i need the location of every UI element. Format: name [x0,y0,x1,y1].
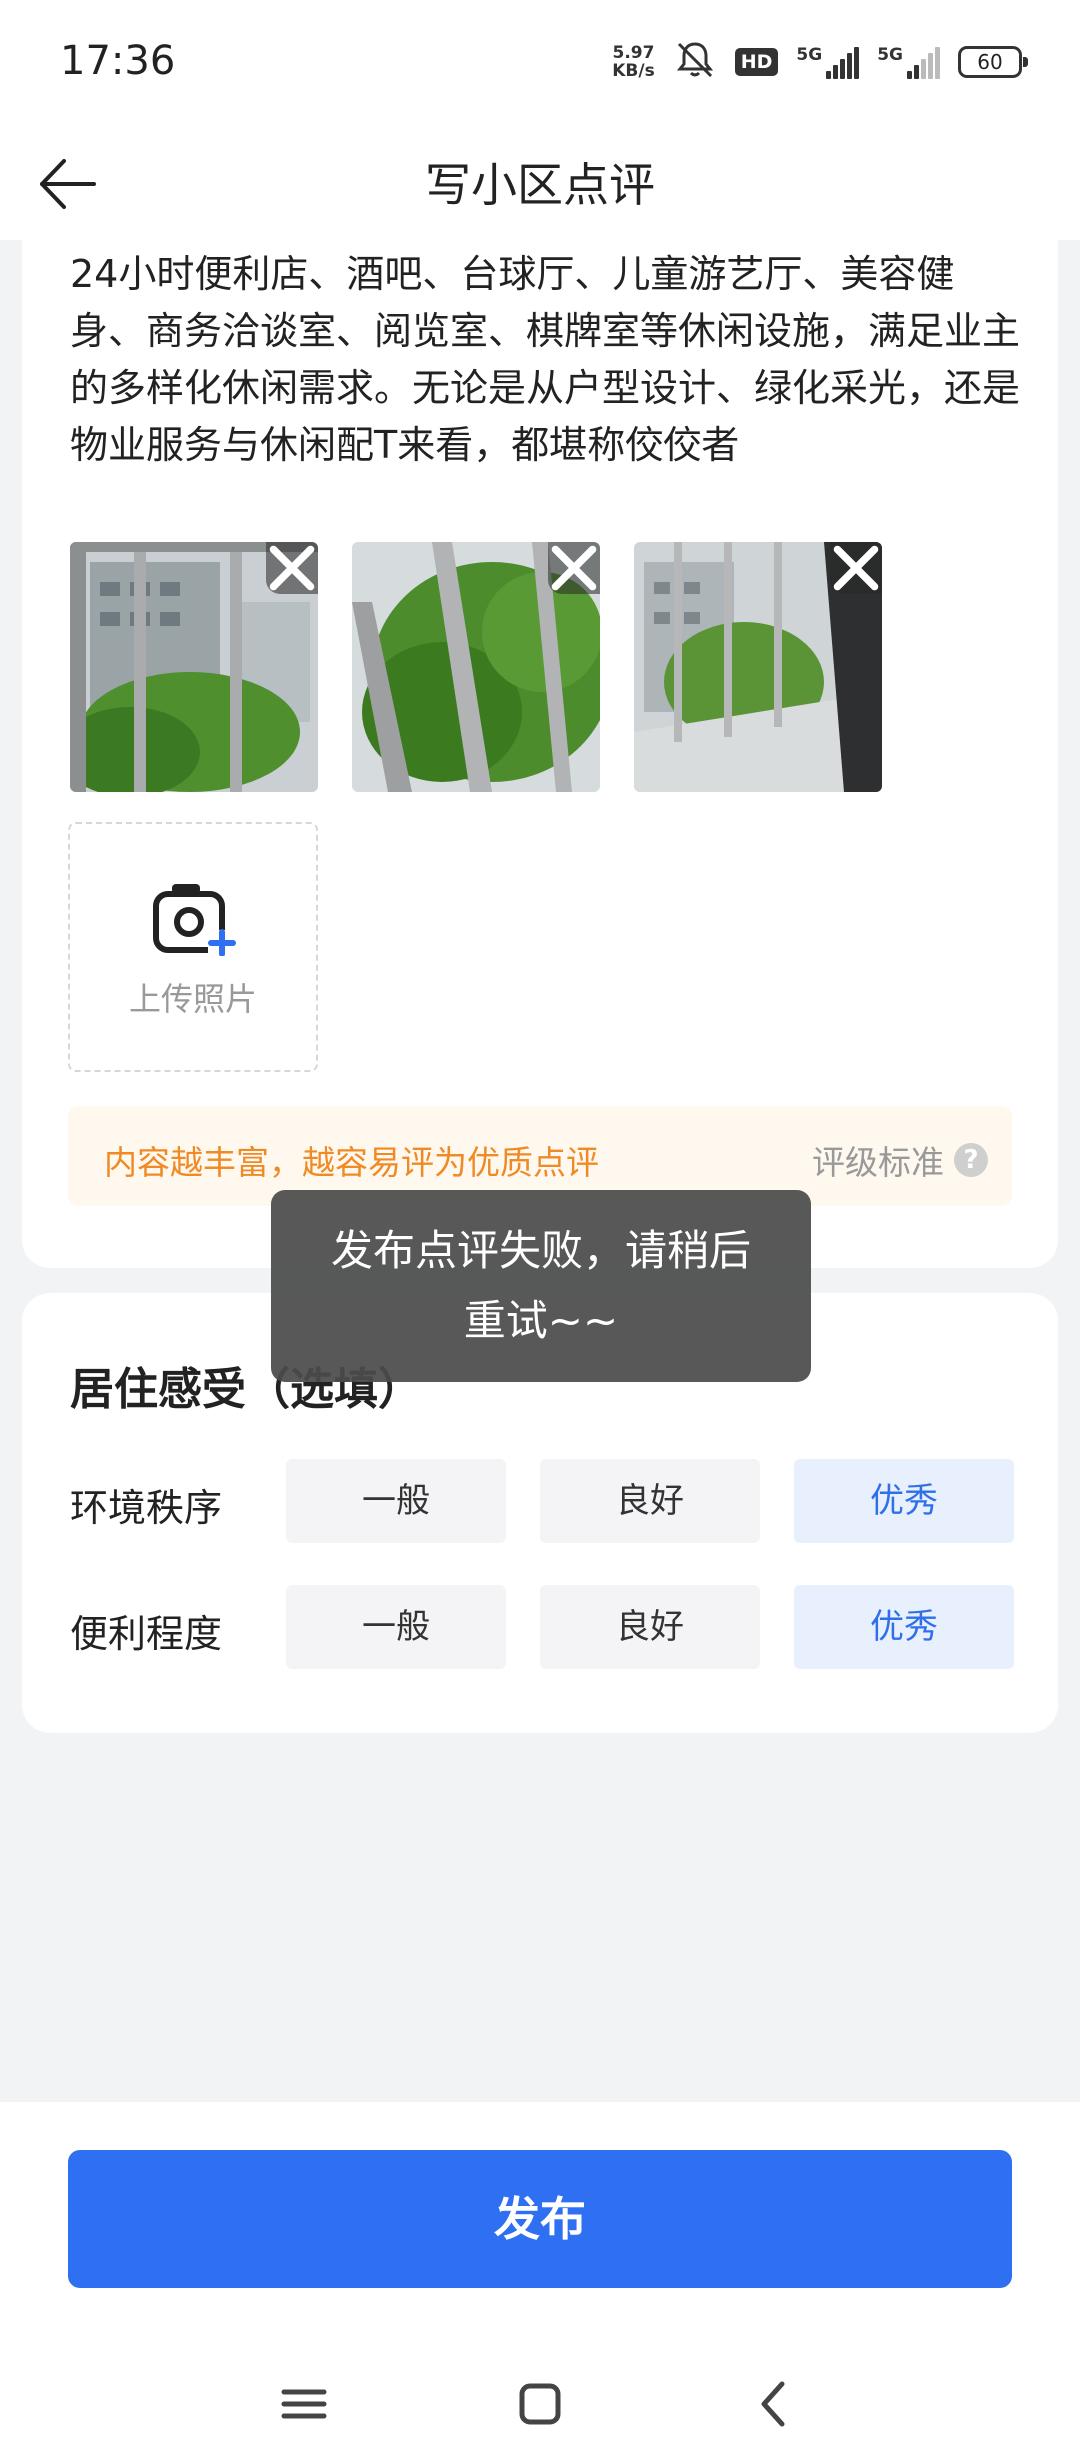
upload-photo-label: 上传照片 [128,980,257,1018]
network-speed-value: 5.97 [612,43,655,63]
option-excellent[interactable]: 优秀 [794,1459,1014,1543]
photo-thumbnail-2[interactable] [352,542,600,792]
option-average[interactable]: 一般 [286,1585,506,1669]
review-card: 设计中，规划了四季变换的景观，打造出独特的园林景观，有凉亭、假山、小桥流水，还配… [22,150,1058,1268]
status-bar: 17:36 5.97 KB/s HD 5G 5G 60 [0,0,1080,125]
rating-row-environment: 环境秩序 一般 良好 优秀 [70,1459,1030,1543]
signal-label-1: 5G [796,45,823,65]
hd-badge: HD [734,48,779,76]
remove-photo-button-3[interactable] [830,542,882,594]
remove-photo-button-2[interactable] [548,542,600,594]
menu-icon[interactable] [274,2374,334,2434]
header-bar: 写小区点评 [0,125,1080,240]
rating-label: 环境秩序 [70,1486,223,1530]
option-good[interactable]: 良好 [540,1585,760,1669]
signal-label-2: 5G [877,45,903,65]
photo-thumbnail-1[interactable] [70,542,318,792]
back-nav-icon[interactable] [744,2374,804,2434]
bottom-bar: 发布 [0,2102,1080,2460]
battery-icon: 60 [958,46,1028,78]
publish-button[interactable]: 发布 [68,2150,1012,2288]
error-toast: 发布点评失败，请稍后重试~~ [271,1190,811,1382]
upload-photo-button[interactable]: 上传照片 [68,822,318,1072]
option-excellent[interactable]: 优秀 [794,1585,1014,1669]
signal-icon-1: 5G [796,45,860,79]
screen: 17:36 5.97 KB/s HD 5G 5G 60 写小区点评 24小时便利… [0,0,1080,2460]
option-average[interactable]: 一般 [286,1459,506,1543]
option-good[interactable]: 良好 [540,1459,760,1543]
close-icon [269,545,315,591]
tip-text: 内容越丰富，越容易评为优质点评 [104,1143,599,1182]
camera-plus-icon [153,884,236,956]
rating-row-convenience: 便利程度 一般 良好 优秀 [70,1585,1030,1669]
signal-icon-2: 5G [877,45,940,79]
status-time: 17:36 [60,38,176,84]
close-icon [551,545,597,591]
network-speed: 5.97 KB/s [612,44,654,80]
question-icon: ? [954,1143,988,1177]
rating-criteria-link[interactable]: 评级标准 ? [812,1136,988,1184]
photo-thumbnail-3[interactable] [634,542,882,792]
status-icons: 5.97 KB/s HD 5G 5G 60 [612,40,1028,84]
rating-label: 便利程度 [70,1612,223,1656]
remove-photo-button-1[interactable] [266,542,318,594]
mute-icon [673,40,717,84]
page-title: 写小区点评 [425,158,655,212]
close-icon [833,545,879,591]
home-icon[interactable] [510,2374,570,2434]
rating-criteria-label: 评级标准 [812,1143,944,1182]
network-speed-unit: KB/s [612,61,655,81]
